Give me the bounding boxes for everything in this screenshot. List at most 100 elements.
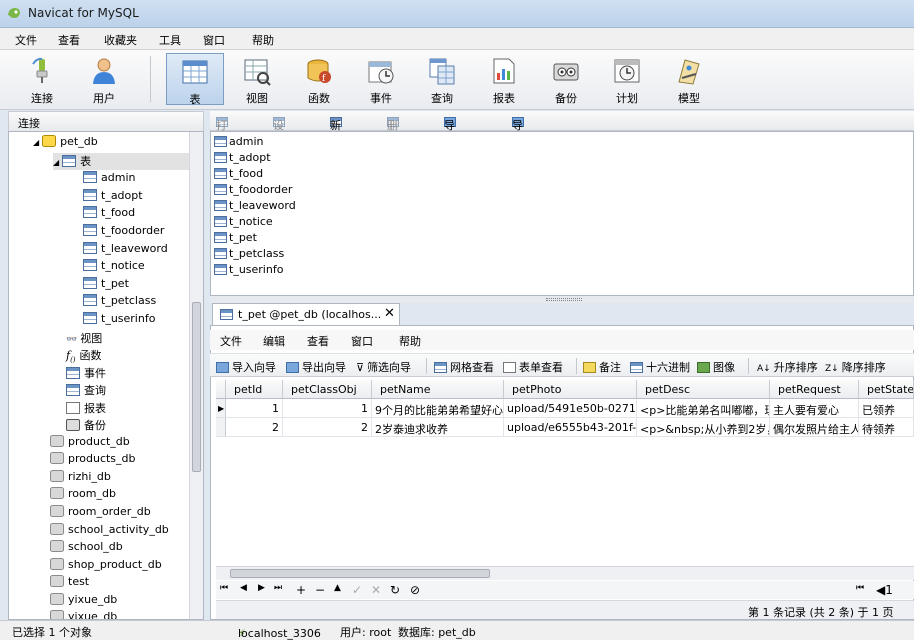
tree-table-item[interactable]: t_userinfo <box>83 312 155 329</box>
tree-database-item[interactable]: rizhi_db <box>50 470 111 487</box>
page-previous-icon[interactable]: ◀1 <box>876 583 893 597</box>
row-header[interactable] <box>216 418 226 437</box>
tree-db-pet-db[interactable]: ◢ pet_db <box>33 135 98 152</box>
stop-icon[interactable]: ⊘ <box>410 583 420 597</box>
grid-cell[interactable]: 1 <box>283 399 372 418</box>
tree-functions-node[interactable]: f() 函数 <box>66 347 102 364</box>
first-record-icon[interactable]: ⏮ <box>220 583 228 593</box>
object-list-item[interactable]: t_pet <box>214 231 257 247</box>
splitter-grip[interactable] <box>546 298 582 301</box>
tree-scrollbar[interactable] <box>189 132 203 619</box>
column-header[interactable]: petName <box>372 380 504 399</box>
image-button[interactable]: 图像 <box>697 359 735 375</box>
object-list-item[interactable]: t_userinfo <box>214 263 283 279</box>
pane-splitter[interactable] <box>210 296 914 303</box>
tree-database-item[interactable]: yixue_db <box>50 593 117 610</box>
tree-scrollbar-thumb[interactable] <box>192 302 201 472</box>
hex-button[interactable]: 十六进制 <box>630 359 690 375</box>
previous-record-icon[interactable]: ◀ <box>240 583 247 593</box>
next-record-icon[interactable]: ▶ <box>258 583 265 593</box>
column-header[interactable]: petId <box>226 380 283 399</box>
object-list-item[interactable]: t_notice <box>214 215 273 231</box>
tree-database-item[interactable]: school_db <box>50 540 123 557</box>
editor-menu-help[interactable]: 帮助 <box>399 333 421 349</box>
page-first-icon[interactable]: ⏮ <box>856 583 864 593</box>
grid-cell[interactable]: 偶尔发照片给主人 <box>770 418 859 437</box>
tree-views-node[interactable]: 👓 视图 <box>66 330 102 347</box>
cancel-changes-icon[interactable]: ✕ <box>371 583 381 597</box>
tree-reports-node[interactable]: 报表 <box>66 400 106 417</box>
tree-table-item[interactable]: t_petclass <box>83 294 156 311</box>
refresh-icon[interactable]: ↻ <box>390 583 400 597</box>
editor-import-button[interactable]: 导入向导 <box>216 359 276 375</box>
tree-database-item[interactable]: products_db <box>50 452 136 469</box>
toolbar-user-button[interactable]: 用户 <box>75 53 133 105</box>
current-row-indicator-icon[interactable]: ▶ <box>216 399 226 418</box>
toolbar-table-button[interactable]: 表 <box>166 53 224 106</box>
tree-database-item[interactable]: product_db <box>50 435 130 452</box>
toolbar-report-button[interactable]: 报表 <box>475 53 533 105</box>
grid-cell[interactable]: 1 <box>226 399 283 418</box>
close-tab-icon[interactable]: ✕ <box>384 306 395 321</box>
object-list-item[interactable]: t_food <box>214 167 263 183</box>
tree-database-item[interactable]: school_activity_db <box>50 523 169 540</box>
grid-cell[interactable]: <p>&nbsp;从小养到2岁， <box>637 418 770 437</box>
column-header[interactable]: petState <box>859 380 914 399</box>
toolbar-backup-button[interactable]: 备份 <box>537 53 595 105</box>
table-editor-tab[interactable]: t_pet @pet_db (localhos... ✕ <box>212 303 400 325</box>
menu-file[interactable]: 文件 <box>15 32 37 48</box>
object-list-item[interactable]: t_adopt <box>214 151 271 167</box>
grid-cell[interactable]: 9个月的比能弟弟希望好心人 <box>372 399 504 418</box>
grid-scrollbar-thumb[interactable] <box>230 569 490 578</box>
apply-changes-icon[interactable]: ✓ <box>352 583 362 597</box>
tree-table-item[interactable]: t_leaveword <box>83 242 168 259</box>
object-list-item[interactable]: t_petclass <box>214 247 284 263</box>
menu-window[interactable]: 窗口 <box>203 32 225 48</box>
object-list-item[interactable]: t_leaveword <box>214 199 296 215</box>
grid-cell[interactable]: upload/5491e50b-0271-4 <box>504 399 637 418</box>
editor-export-button[interactable]: 导出向导 <box>286 359 346 375</box>
grid-horizontal-scrollbar[interactable] <box>216 566 914 580</box>
menu-favorites[interactable]: 收藏夹 <box>104 32 137 48</box>
tree-table-item[interactable]: t_adopt <box>83 189 143 206</box>
tree-backups-node[interactable]: 备份 <box>66 417 106 434</box>
toolbar-function-button[interactable]: f 函数 <box>290 53 348 105</box>
tree-table-item[interactable]: admin <box>83 171 135 188</box>
editor-menu-window[interactable]: 窗口 <box>351 333 373 349</box>
grid-cell[interactable]: upload/e6555b43-201f-4 <box>504 418 637 437</box>
menu-tools[interactable]: 工具 <box>159 32 181 48</box>
form-view-button[interactable]: 表单查看 <box>503 359 563 375</box>
grid-view-button[interactable]: 网格查看 <box>434 359 494 375</box>
tree-database-item[interactable]: shop_product_db <box>50 558 162 575</box>
menu-view[interactable]: 查看 <box>58 32 80 48</box>
sort-ascending-button[interactable]: A↓ 升序排序 <box>757 359 818 375</box>
tree-table-item[interactable]: t_food <box>83 206 135 223</box>
grid-cell[interactable]: 2 <box>226 418 283 437</box>
tree-events-node[interactable]: 事件 <box>66 365 106 382</box>
grid-cell[interactable]: 2 <box>283 418 372 437</box>
grid-cell[interactable]: <p>比能弟弟名叫嘟嘟，现 <box>637 399 770 418</box>
sort-descending-button[interactable]: Z↓ 降序排序 <box>825 359 886 375</box>
tree-database-item[interactable]: room_order_db <box>50 505 151 522</box>
tree-database-item[interactable]: test <box>50 575 89 592</box>
menu-help[interactable]: 帮助 <box>252 32 274 48</box>
grid-cell[interactable]: 2岁泰迪求收养 <box>372 418 504 437</box>
grid-cell[interactable]: 主人要有爱心 <box>770 399 859 418</box>
grid-cell[interactable]: 待领养 <box>859 418 914 437</box>
last-record-icon[interactable]: ⏭ <box>274 583 282 593</box>
move-up-icon[interactable]: ▲ <box>334 583 341 593</box>
tree-tables-node[interactable]: ◢ 表 <box>53 153 189 170</box>
tree-database-item[interactable]: room_db <box>50 487 116 504</box>
tree-table-item[interactable]: t_foodorder <box>83 224 164 241</box>
toolbar-schedule-button[interactable]: 计划 <box>598 53 656 105</box>
toolbar-view-button[interactable]: 视图 <box>228 53 286 105</box>
grid-cell[interactable]: 已领养 <box>859 399 914 418</box>
toolbar-query-button[interactable]: 查询 <box>413 53 471 105</box>
editor-menu-file[interactable]: 文件 <box>220 333 242 349</box>
toolbar-event-button[interactable]: 事件 <box>352 53 410 105</box>
column-header[interactable]: petPhoto <box>504 380 637 399</box>
delete-record-icon[interactable]: − <box>315 583 325 597</box>
tree-table-item[interactable]: t_notice <box>83 259 145 276</box>
editor-menu-view[interactable]: 查看 <box>307 333 329 349</box>
editor-menu-edit[interactable]: 编辑 <box>263 333 285 349</box>
